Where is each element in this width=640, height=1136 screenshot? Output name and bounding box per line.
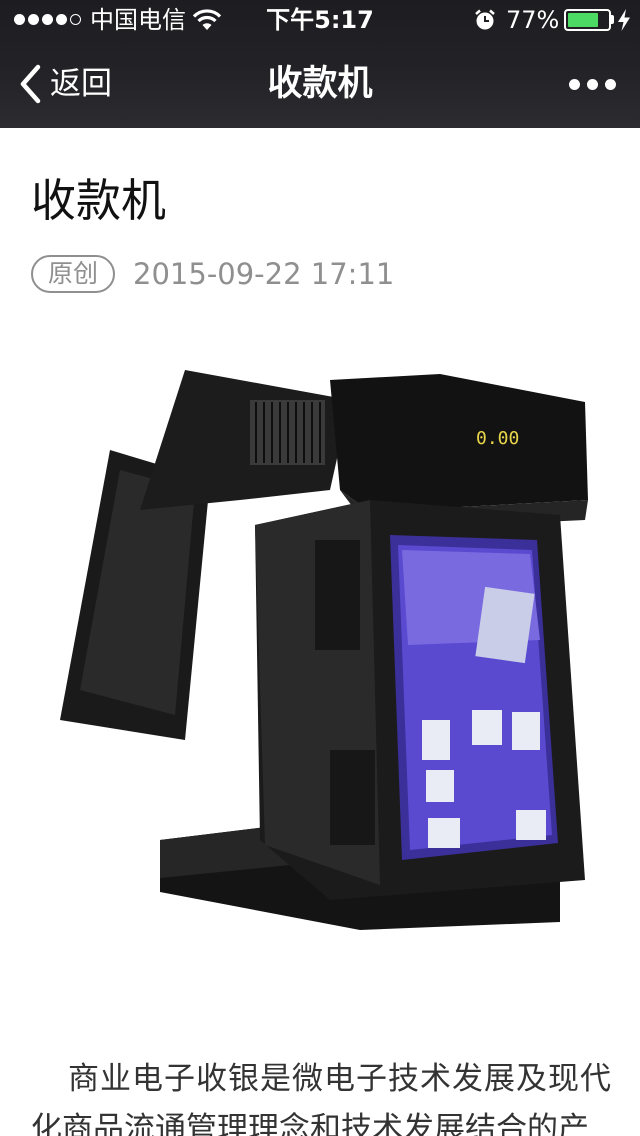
battery-tip [611, 15, 614, 24]
back-button[interactable]: 返回 [18, 62, 112, 106]
more-options-button[interactable] [562, 66, 622, 102]
navigation-bar: 返回 收款机 [0, 40, 640, 128]
alarm-clock-icon [475, 9, 495, 30]
article-meta: 原创 2015-09-22 17:11 [31, 254, 394, 294]
back-label: 返回 [50, 66, 112, 102]
battery-percent: 77% [506, 6, 560, 34]
battery-icon [564, 9, 611, 31]
chevron-left-icon [20, 64, 41, 104]
article-title: 收款机 [31, 174, 167, 227]
top-bar: 中国电信 下午5:17 77% 返回 收款机 [0, 0, 640, 128]
more-dots-icon [568, 78, 580, 90]
pos-machine-image: 0.00 [60, 370, 588, 930]
publish-date: 2015-09-22 17:11 [133, 257, 395, 291]
article-paragraph: 商业电子收银是微电子技术发展及现代化商品流通管理理念和技术发展结合的产 [31, 1061, 611, 1136]
original-badge: 原创 [31, 255, 116, 293]
charging-bolt-icon [618, 9, 630, 31]
status-bar: 中国电信 下午5:17 77% [0, 0, 640, 40]
pole-display-readout: 0.00 [476, 428, 519, 449]
